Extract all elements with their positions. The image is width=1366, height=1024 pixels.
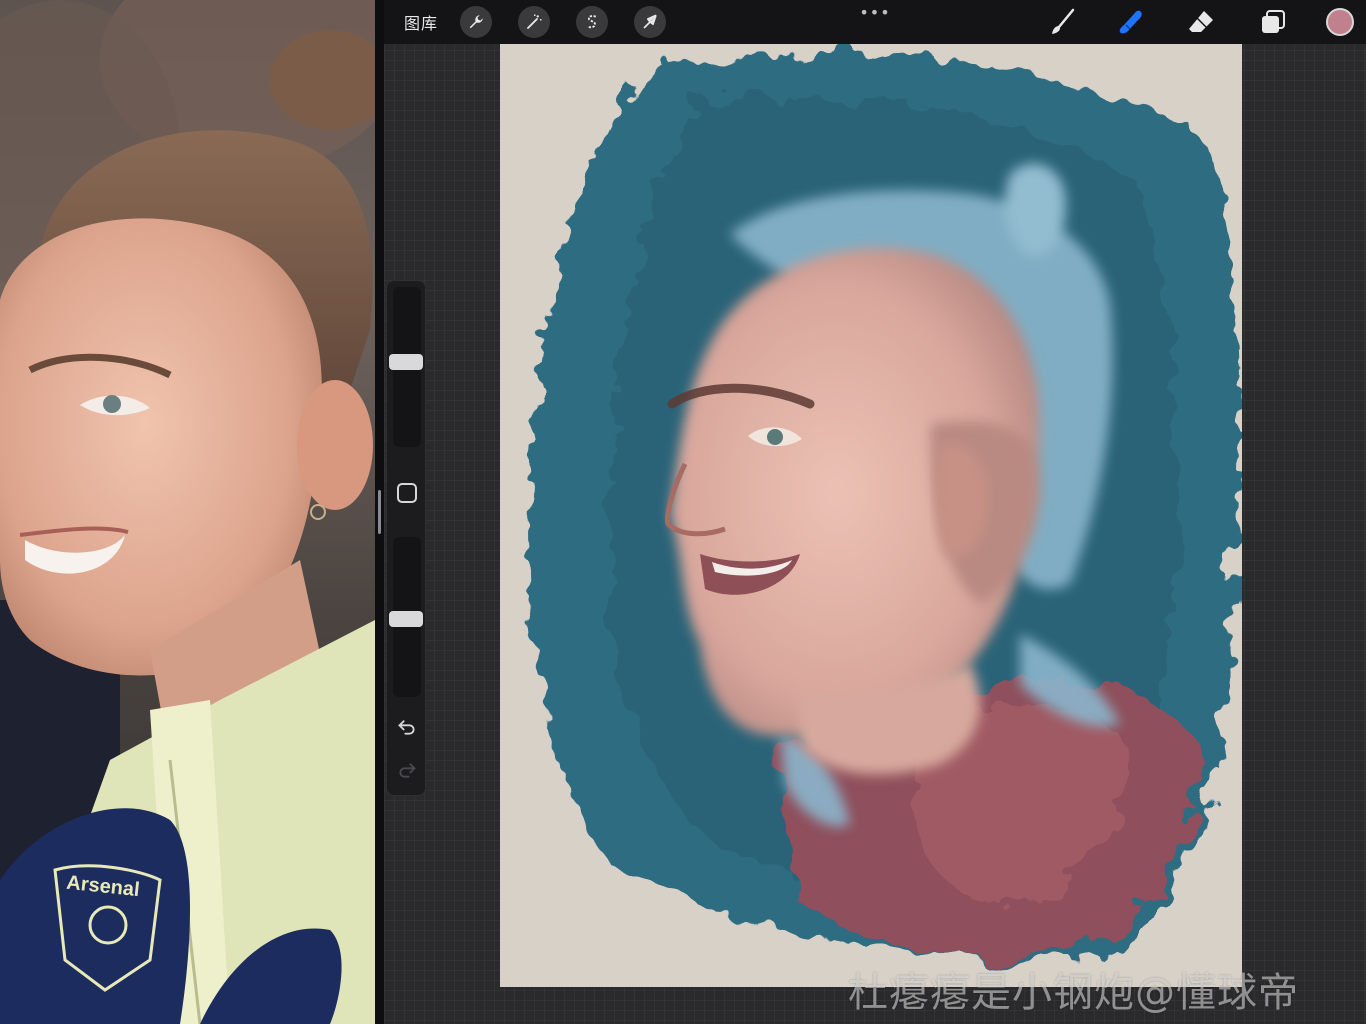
- redo-button[interactable]: [394, 757, 420, 783]
- color-picker-swatch[interactable]: [1326, 8, 1354, 36]
- opacity-thumb[interactable]: [389, 611, 423, 627]
- actions-button[interactable]: [460, 6, 492, 38]
- more-menu-button[interactable]: •••: [858, 2, 892, 22]
- brush-icon: [1052, 8, 1075, 34]
- reference-photo-image: Arsenal: [0, 0, 375, 1024]
- layers-icon: [1262, 10, 1285, 33]
- watermark-text: 杜瘪瘪是小钢炮@懂球帝: [848, 970, 1299, 1016]
- arrow-cursor-icon: [643, 14, 657, 29]
- brush-sidebar: [386, 280, 426, 796]
- gallery-button[interactable]: 图库: [401, 6, 441, 38]
- eraser-icon: [1189, 11, 1213, 32]
- brush-size-thumb[interactable]: [389, 354, 423, 370]
- modify-button[interactable]: [397, 483, 417, 503]
- painting-artwork: [500, 44, 1242, 987]
- wrench-icon: [469, 15, 483, 29]
- split-view-handle[interactable]: [378, 490, 381, 534]
- drawing-canvas[interactable]: [500, 44, 1242, 987]
- smudge-finger-icon: [1119, 10, 1142, 34]
- adjustments-button[interactable]: [518, 6, 550, 38]
- eraser-tool-button[interactable]: [1183, 6, 1219, 38]
- layers-button[interactable]: [1255, 6, 1291, 38]
- redo-icon: [399, 763, 416, 778]
- selection-s-icon: [587, 15, 597, 29]
- brush-tool-button[interactable]: [1044, 6, 1080, 38]
- undo-icon: [398, 720, 415, 735]
- transform-button[interactable]: [634, 6, 666, 38]
- undo-button[interactable]: [394, 714, 420, 740]
- magic-wand-icon: [527, 14, 542, 29]
- selection-button[interactable]: [576, 6, 608, 38]
- smudge-tool-button[interactable]: [1113, 6, 1149, 38]
- reference-photo: Arsenal: [0, 0, 375, 1024]
